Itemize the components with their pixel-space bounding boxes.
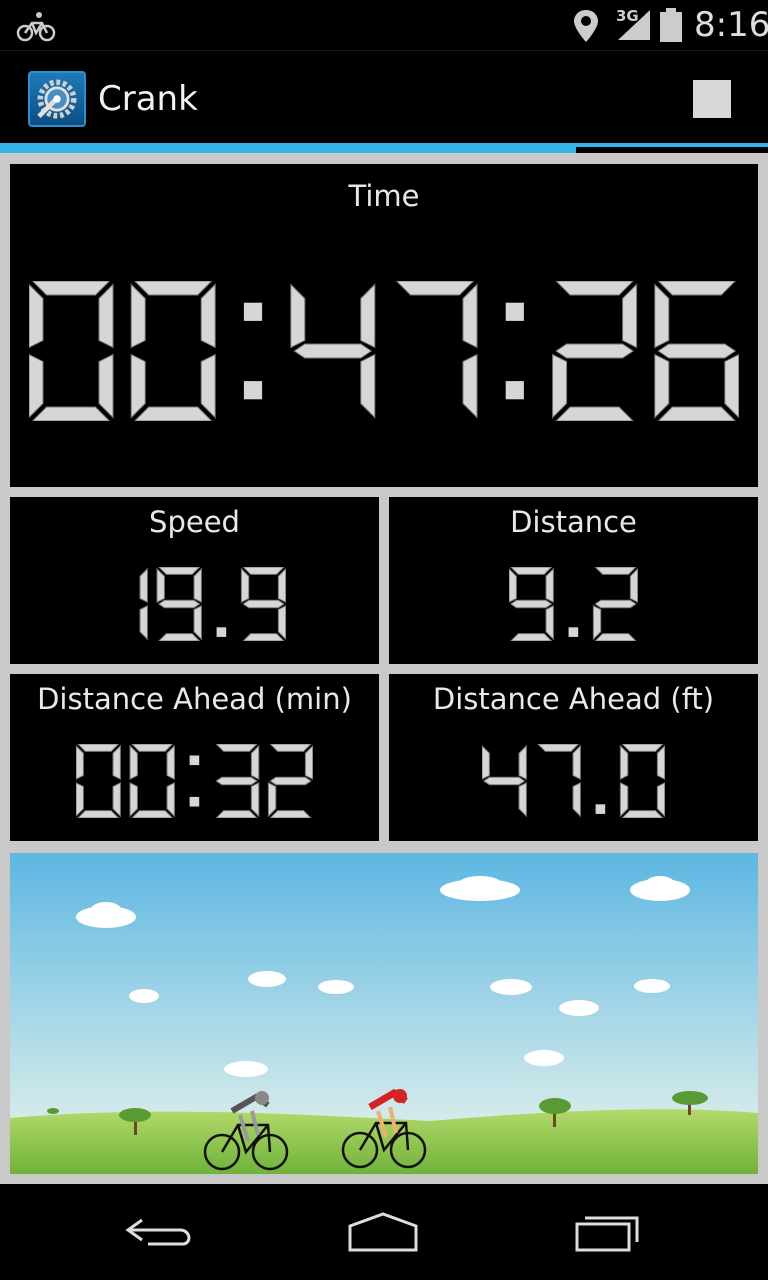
lcd-char [240,567,286,641]
time-value [10,276,758,426]
lcd-char [215,744,260,818]
lcd-char [76,744,121,818]
status-bar: 3G 8:16 [0,0,768,50]
lcd-char [189,755,200,807]
recents-icon[interactable] [565,1204,655,1260]
distance-ahead-min-label: Distance Ahead (min) [37,682,352,716]
distance-ahead-ft-label: Distance Ahead (ft) [432,682,715,716]
speed-label: Speed [149,505,240,539]
speed-value [10,563,379,645]
lcd-char [592,567,638,641]
lcd-char [552,281,638,421]
lcd-char [395,281,478,419]
lcd-digits [509,567,638,641]
signal-icon [618,10,650,40]
lcd-char [482,744,528,818]
lcd-char [156,567,203,641]
status-clock: 8:16 [694,5,768,45]
lcd-digits [482,744,665,818]
bicycle-icon [16,12,56,42]
location-pin-icon [574,10,598,42]
time-label: Time [348,179,420,213]
lcd-char [216,627,227,637]
lcd-char [130,281,216,421]
lcd-char [129,744,176,818]
app-title: Crank [98,79,198,119]
home-icon[interactable] [338,1204,428,1260]
race-scene [10,853,758,1174]
stop-button[interactable] [693,80,731,118]
distance-value [389,563,758,645]
distance-ahead-ft-value [389,740,758,822]
time-panel: Time [10,164,758,487]
lcd-char [505,302,524,400]
lcd-char [29,281,114,421]
lcd-char [290,283,376,419]
lcd-char [243,302,263,400]
lcd-char [139,567,149,641]
lcd-char [267,744,313,818]
lcd-char [654,281,739,421]
lcd-char [619,744,665,818]
action-bar: Crank [0,50,768,144]
lcd-char [509,567,555,641]
lcd-char [568,627,579,637]
battery-icon [660,8,682,42]
lcd-char [595,804,606,814]
distance-label: Distance [510,505,637,539]
back-icon[interactable] [114,1204,204,1260]
distance-ahead-min-value [10,740,379,822]
lcd-digits [76,744,313,818]
lcd-digits [139,567,286,641]
lcd-digits [29,281,739,421]
crank-gear-icon[interactable] [28,71,86,127]
distance-ahead-min-panel: Distance Ahead (min) [10,674,379,841]
distance-ahead-ft-panel: Distance Ahead (ft) [389,674,758,841]
distance-panel: Distance [389,497,758,664]
speed-panel: Speed [10,497,379,664]
lcd-char [537,744,582,818]
navigation-bar [0,1184,768,1280]
